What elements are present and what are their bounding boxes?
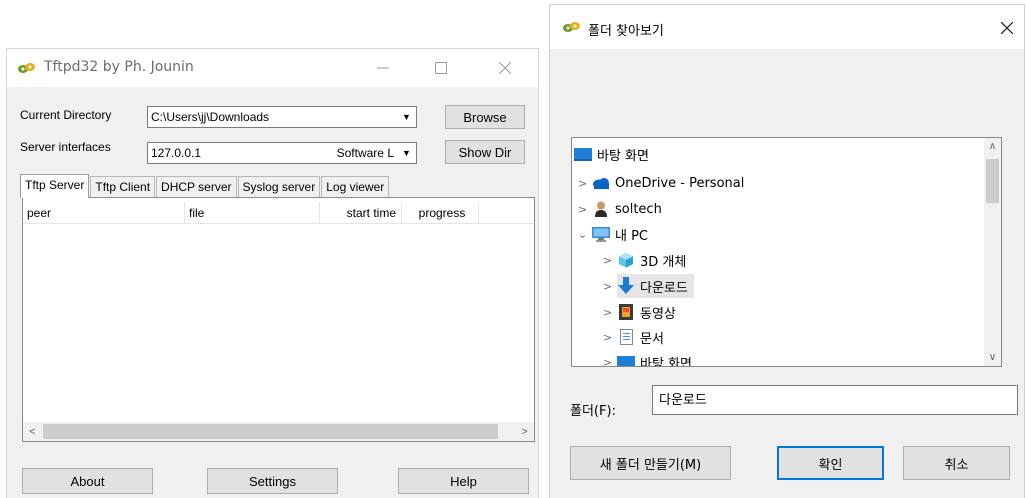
user-icon bbox=[592, 201, 610, 217]
server-interfaces-extra: Software L bbox=[336, 146, 394, 160]
folder-tree[interactable]: 바탕 화면 > OneDrive - Personal > soltech ⌄ … bbox=[571, 137, 1002, 367]
chevron-right-icon[interactable]: > bbox=[603, 254, 617, 267]
column-progress[interactable]: progress bbox=[402, 202, 479, 224]
scroll-thumb[interactable] bbox=[43, 424, 498, 439]
server-interfaces-value: 127.0.0.1 bbox=[151, 146, 202, 160]
close-icon bbox=[1001, 22, 1013, 34]
chevron-up-icon[interactable]: ∧ bbox=[984, 138, 1001, 155]
current-directory-combo[interactable]: C:\Users\jj\Downloads ▼ bbox=[147, 106, 417, 128]
browse-folder-dialog: 폴더 찾아보기 바탕 화면 > OneDrive - Personal > so… bbox=[549, 4, 1025, 498]
browse-button[interactable]: Browse bbox=[445, 105, 525, 129]
tree-item-label: 다운로드 bbox=[640, 280, 688, 296]
server-interfaces-combo[interactable]: 127.0.0.1 Software L ▼ bbox=[147, 142, 417, 164]
tftpd-titlebar[interactable]: Tftpd32 by Ph. Jounin bbox=[7, 49, 538, 87]
tab-tftp-client[interactable]: Tftp Client bbox=[90, 176, 156, 198]
show-dir-button[interactable]: Show Dir bbox=[445, 140, 525, 164]
tree-item-onedrive[interactable]: > OneDrive - Personal bbox=[578, 171, 744, 195]
dialog-close-button[interactable] bbox=[992, 15, 1022, 41]
chevron-right-icon[interactable]: > bbox=[603, 331, 617, 344]
chevron-right-icon[interactable]: > bbox=[603, 280, 617, 293]
document-icon bbox=[617, 329, 635, 345]
tab-tftp-server[interactable]: Tftp Server bbox=[20, 174, 90, 198]
tree-selection-highlight: 다운로드 bbox=[617, 274, 694, 298]
tftpd-app-icon bbox=[563, 22, 580, 32]
cube-icon bbox=[617, 252, 635, 268]
tftpd-tabs: Tftp Server Tftp Client DHCP server Sysl… bbox=[20, 174, 390, 198]
close-button[interactable] bbox=[485, 53, 525, 83]
chevron-right-icon[interactable]: > bbox=[578, 203, 592, 216]
tree-item-label: 내 PC bbox=[615, 228, 649, 244]
tree-item-label: 바탕 화면 bbox=[597, 148, 649, 164]
tree-item-desktop[interactable]: 바탕 화면 bbox=[574, 142, 649, 166]
tree-item-label: 3D 개체 bbox=[640, 254, 687, 270]
chevron-down-icon[interactable]: ▼ bbox=[398, 108, 415, 126]
scroll-thumb[interactable] bbox=[986, 159, 999, 203]
tab-log-viewer[interactable]: Log viewer bbox=[321, 176, 390, 198]
tftpd-title: Tftpd32 by Ph. Jounin bbox=[44, 59, 194, 75]
transfers-list[interactable]: peer file start time progress < > bbox=[22, 197, 535, 442]
desktop-icon bbox=[617, 354, 635, 366]
chevron-down-icon[interactable]: ▼ bbox=[398, 144, 415, 162]
cancel-button[interactable]: 취소 bbox=[903, 446, 1010, 480]
minimize-icon bbox=[377, 67, 389, 69]
chevron-down-icon[interactable]: ⌄ bbox=[578, 228, 592, 241]
desktop-icon bbox=[574, 146, 592, 162]
tree-item-label: soltech bbox=[615, 201, 662, 217]
tree-item-label: 바탕 화면 bbox=[640, 356, 692, 367]
tree-item-label: 문서 bbox=[640, 331, 664, 347]
folder-field-label: 폴더(F): bbox=[570, 404, 616, 419]
settings-button[interactable]: Settings bbox=[207, 468, 338, 494]
download-arrow-icon bbox=[617, 277, 635, 294]
ok-button[interactable]: 확인 bbox=[777, 446, 884, 480]
about-button[interactable]: About bbox=[22, 468, 153, 494]
minimize-button[interactable] bbox=[363, 53, 403, 83]
tree-item-desktop-2[interactable]: > 바탕 화면 bbox=[603, 350, 692, 367]
column-peer[interactable]: peer bbox=[23, 202, 185, 224]
horizontal-scrollbar[interactable]: < > bbox=[23, 422, 534, 441]
tftpd-app-icon bbox=[18, 63, 35, 73]
help-button[interactable]: Help bbox=[398, 468, 529, 494]
maximize-icon bbox=[435, 62, 447, 74]
new-folder-button[interactable]: 새 폴더 만들기(M) bbox=[570, 446, 731, 480]
current-directory-value: C:\Users\jj\Downloads bbox=[151, 110, 270, 124]
chevron-right-icon[interactable]: > bbox=[603, 356, 617, 367]
chevron-right-icon[interactable]: > bbox=[603, 306, 617, 319]
maximize-button[interactable] bbox=[421, 53, 461, 83]
pc-icon bbox=[592, 226, 610, 242]
tab-syslog-server[interactable]: Syslog server bbox=[237, 176, 321, 198]
server-interfaces-label: Server interfaces bbox=[20, 140, 111, 154]
column-file[interactable]: file bbox=[185, 202, 320, 224]
film-icon bbox=[617, 304, 635, 320]
tree-item-soltech[interactable]: > soltech bbox=[578, 197, 662, 221]
folder-name-input[interactable]: 다운로드 bbox=[652, 385, 1018, 415]
close-icon bbox=[499, 62, 511, 74]
dialog-titlebar[interactable]: 폴더 찾아보기 bbox=[550, 5, 1024, 49]
tftpd-window: Tftpd32 by Ph. Jounin Current Directory … bbox=[6, 48, 539, 498]
tree-item-3d-objects[interactable]: > 3D 개체 bbox=[603, 248, 686, 272]
scroll-left-icon[interactable]: < bbox=[24, 423, 41, 440]
tree-item-label: OneDrive - Personal bbox=[615, 175, 745, 191]
chevron-down-icon[interactable]: ∨ bbox=[984, 349, 1001, 366]
column-start-time[interactable]: start time bbox=[320, 202, 402, 224]
vertical-scrollbar[interactable]: ∧ ∨ bbox=[984, 138, 1001, 366]
dialog-title: 폴더 찾아보기 bbox=[588, 24, 664, 39]
tree-item-videos[interactable]: > 동영상 bbox=[603, 300, 676, 324]
chevron-right-icon[interactable]: > bbox=[578, 177, 592, 190]
cloud-icon bbox=[592, 175, 610, 191]
current-directory-label: Current Directory bbox=[20, 108, 112, 122]
tab-dhcp-server[interactable]: DHCP server bbox=[156, 176, 237, 198]
tree-item-label: 동영상 bbox=[640, 306, 676, 322]
list-header: peer file start time progress bbox=[23, 202, 534, 224]
scroll-right-icon[interactable]: > bbox=[516, 423, 533, 440]
tree-item-downloads[interactable]: > 다운로드 bbox=[603, 274, 694, 298]
tree-item-this-pc[interactable]: ⌄ 내 PC bbox=[578, 222, 648, 246]
tree-item-documents[interactable]: > 문서 bbox=[603, 325, 664, 349]
